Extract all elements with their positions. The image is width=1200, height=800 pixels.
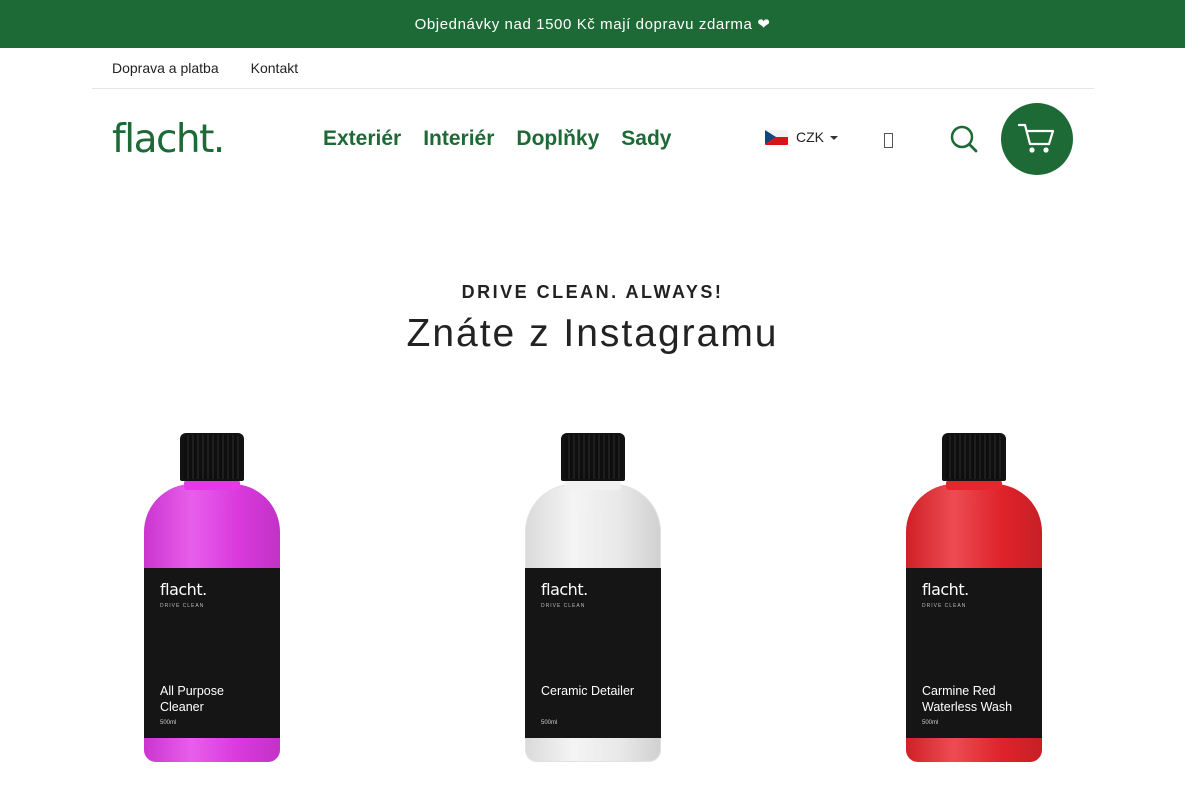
nav-item-doplnky[interactable]: Doplňky xyxy=(516,127,599,151)
product-name: Carmine Red Waterless Wash xyxy=(922,684,1013,714)
label-brand: flacht. xyxy=(922,580,969,599)
promo-bar: Objednávky nad 1500 Kč mají dopravu zdar… xyxy=(0,0,1185,48)
product-volume: 500ml xyxy=(160,720,177,726)
product-card[interactable]: flacht. DRIVE CLEAN Carmine Red Waterles… xyxy=(906,430,1046,765)
bottle-neck xyxy=(946,480,1002,490)
promo-text: Objednávky nad 1500 Kč mají dopravu zdar… xyxy=(414,16,771,33)
product-name: All Purpose Cleaner xyxy=(160,684,224,714)
section-title: Znáte z Instagramu xyxy=(406,312,779,355)
label-tagline: DRIVE CLEAN xyxy=(541,603,586,609)
nav-item-interier[interactable]: Interiér xyxy=(423,127,494,151)
nav-item-exterier[interactable]: Exteriér xyxy=(323,127,401,151)
label-brand: flacht. xyxy=(541,580,588,599)
bottle-neck xyxy=(565,480,621,490)
bottle-neck xyxy=(184,480,240,490)
search-button[interactable] xyxy=(948,123,980,155)
currency-selector[interactable]: CZK xyxy=(765,129,838,145)
account-icon[interactable] xyxy=(884,133,893,148)
product-list: flacht. DRIVE CLEAN All Purpose Cleaner … xyxy=(0,430,1185,800)
link-doprava-a-platba[interactable]: Doprava a platba xyxy=(112,60,219,76)
main-nav: Exteriér Interiér Doplňky Sady xyxy=(323,127,693,151)
product-volume: 500ml xyxy=(541,720,558,726)
nav-item-sady[interactable]: Sady xyxy=(621,127,671,151)
logo[interactable]: flacht. xyxy=(112,117,225,162)
product-label: flacht. DRIVE CLEAN All Purpose Cleaner … xyxy=(144,568,280,738)
product-card[interactable]: flacht. DRIVE CLEAN All Purpose Cleaner … xyxy=(144,430,284,765)
product-label: flacht. DRIVE CLEAN Carmine Red Waterles… xyxy=(906,568,1042,738)
site-header: flacht. Exteriér Interiér Doplňky Sady C… xyxy=(0,89,1185,189)
search-icon xyxy=(950,125,978,153)
product-name: Ceramic Detailer xyxy=(541,684,635,698)
label-tagline: DRIVE CLEAN xyxy=(922,603,967,609)
product-label: flacht. DRIVE CLEAN Ceramic Detailer 500… xyxy=(525,568,661,738)
cart-icon xyxy=(1017,123,1055,153)
label-tagline: DRIVE CLEAN xyxy=(160,603,205,609)
product-card[interactable]: flacht. DRIVE CLEAN Ceramic Detailer 500… xyxy=(525,430,665,765)
top-links: Doprava a platba Kontakt xyxy=(92,48,1094,89)
product-volume: 500ml xyxy=(922,720,939,726)
czech-flag-icon xyxy=(765,129,788,145)
chevron-down-icon xyxy=(830,136,838,140)
cart-button[interactable] xyxy=(1001,103,1073,175)
currency-label: CZK xyxy=(796,129,824,145)
section-kicker: DRIVE CLEAN. ALWAYS! xyxy=(461,282,724,302)
label-brand: flacht. xyxy=(160,580,207,599)
link-kontakt[interactable]: Kontakt xyxy=(251,60,298,76)
